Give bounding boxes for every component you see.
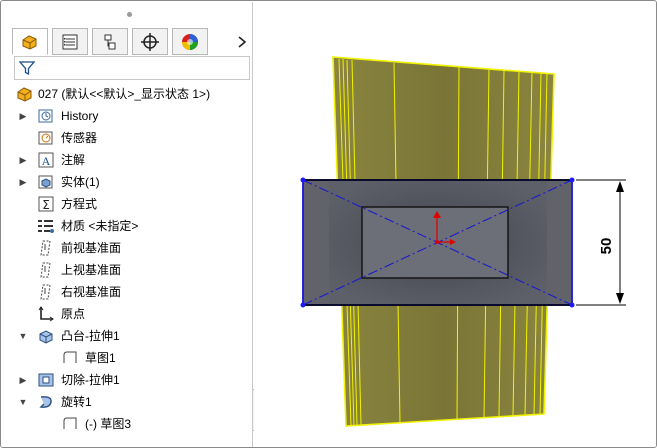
model-view: 50 (300, 56, 626, 427)
panel-grip[interactable] (127, 12, 132, 17)
part-icon (17, 87, 32, 102)
property-icon (62, 34, 78, 49)
history-icon (38, 109, 53, 123)
more-tabs-button[interactable] (234, 32, 250, 52)
tree-item-right-plane[interactable]: 右视基准面 (2, 281, 252, 303)
tree-item-label: History (61, 109, 99, 123)
tree-item-label: 右视基准面 (61, 285, 122, 299)
dimxpert-manager-tab[interactable] (132, 28, 168, 55)
dimension-value[interactable]: 50 (598, 238, 615, 255)
expand-icon[interactable]: ▶ (18, 171, 28, 193)
tree-item-origin[interactable]: 原点 (2, 303, 252, 325)
solid-body-icon (38, 175, 53, 189)
manager-tab-bar (12, 28, 252, 56)
sensor-icon (38, 131, 53, 145)
boss-extrude-icon (39, 330, 53, 344)
tree-item-label: 材质 <未指定> (61, 219, 139, 233)
svg-text:Σ: Σ (42, 198, 50, 212)
sketch-icon (63, 351, 77, 363)
property-manager-tab[interactable] (52, 28, 88, 55)
tree-item-label: 原点 (61, 307, 86, 321)
tree-item-label: (-) 草图3 (85, 417, 131, 431)
plane-icon (40, 240, 51, 256)
sketch-icon (63, 417, 77, 429)
app-window: 027 (默认<<默认>_显示状态 1>) ▶ History 传感器 ▶ A … (0, 0, 657, 448)
tree-filter[interactable] (14, 56, 250, 80)
tree-item-label: 实体(1) (61, 175, 100, 189)
tree-item-front-plane[interactable]: 前视基准面 (2, 237, 252, 259)
collapse-icon[interactable]: ▼ (18, 391, 28, 413)
tree-item-label: 传感器 (61, 131, 98, 145)
tree-item-label: 切除-拉伸1 (61, 373, 120, 387)
tree-item-sensors[interactable]: 传感器 (2, 127, 252, 149)
material-icon (38, 220, 54, 233)
tree-item-cut-extrude[interactable]: ▶ 切除-拉伸1 (2, 369, 252, 391)
tree-item-boss-extrude[interactable]: ▼ 凸台-拉伸1 (2, 325, 252, 347)
tree-item-equations[interactable]: Σ 方程式 (2, 193, 252, 215)
dimension-50[interactable]: 50 (576, 179, 626, 306)
revolve-icon (39, 396, 52, 408)
svg-text:A: A (42, 154, 51, 168)
origin-icon (38, 306, 54, 322)
graphics-viewport[interactable]: 50 (254, 2, 656, 447)
plane-icon (40, 262, 51, 278)
cut-extrude-icon (38, 373, 54, 387)
plane-icon (40, 284, 51, 300)
tree-root-label: 027 (默认<<默认>_显示状态 1>) (38, 87, 211, 101)
configuration-manager-tab[interactable] (92, 28, 128, 55)
tree-item-material[interactable]: 材质 <未指定> (2, 215, 252, 237)
expand-icon[interactable]: ▶ (18, 369, 28, 391)
chevron-right-icon (238, 36, 247, 48)
tree-item-top-plane[interactable]: 上视基准面 (2, 259, 252, 281)
annotation-icon: A (38, 152, 54, 168)
tree-item-label: 凸台-拉伸1 (61, 329, 120, 343)
tree-item-label: 草图1 (85, 351, 116, 365)
tree-item-sketch3[interactable]: (-) 草图3 (2, 413, 252, 435)
crosshair-icon (141, 32, 159, 51)
tree-item-sketch1[interactable]: 草图1 (2, 347, 252, 369)
appearance-icon (182, 33, 198, 50)
tree-item-label: 注解 (61, 153, 86, 167)
tree-item-label: 前视基准面 (61, 241, 122, 255)
tree-item-history[interactable]: ▶ History (2, 105, 252, 127)
filter-icon (19, 61, 35, 76)
feature-manager-tab[interactable] (12, 28, 48, 55)
tree-item-label: 旋转1 (61, 395, 92, 409)
tree-root-part[interactable]: 027 (默认<<默认>_显示状态 1>) (2, 83, 252, 105)
tree-item-revolve[interactable]: ▼ 旋转1 (2, 391, 252, 413)
part-icon (22, 34, 37, 50)
tree-item-label: 上视基准面 (61, 263, 122, 277)
tree-item-solid-bodies[interactable]: ▶ 实体(1) (2, 171, 252, 193)
expand-icon[interactable]: ▶ (18, 105, 28, 127)
tree-item-label: 方程式 (61, 197, 98, 211)
display-manager-tab[interactable] (172, 28, 208, 55)
equation-icon: Σ (38, 196, 54, 212)
collapse-icon[interactable]: ▼ (18, 325, 28, 347)
expand-icon[interactable]: ▶ (18, 149, 28, 171)
feature-manager-panel: 027 (默认<<默认>_显示状态 1>) ▶ History 传感器 ▶ A … (2, 2, 253, 447)
configuration-icon (104, 34, 116, 49)
tree-item-annotations[interactable]: ▶ A 注解 (2, 149, 252, 171)
